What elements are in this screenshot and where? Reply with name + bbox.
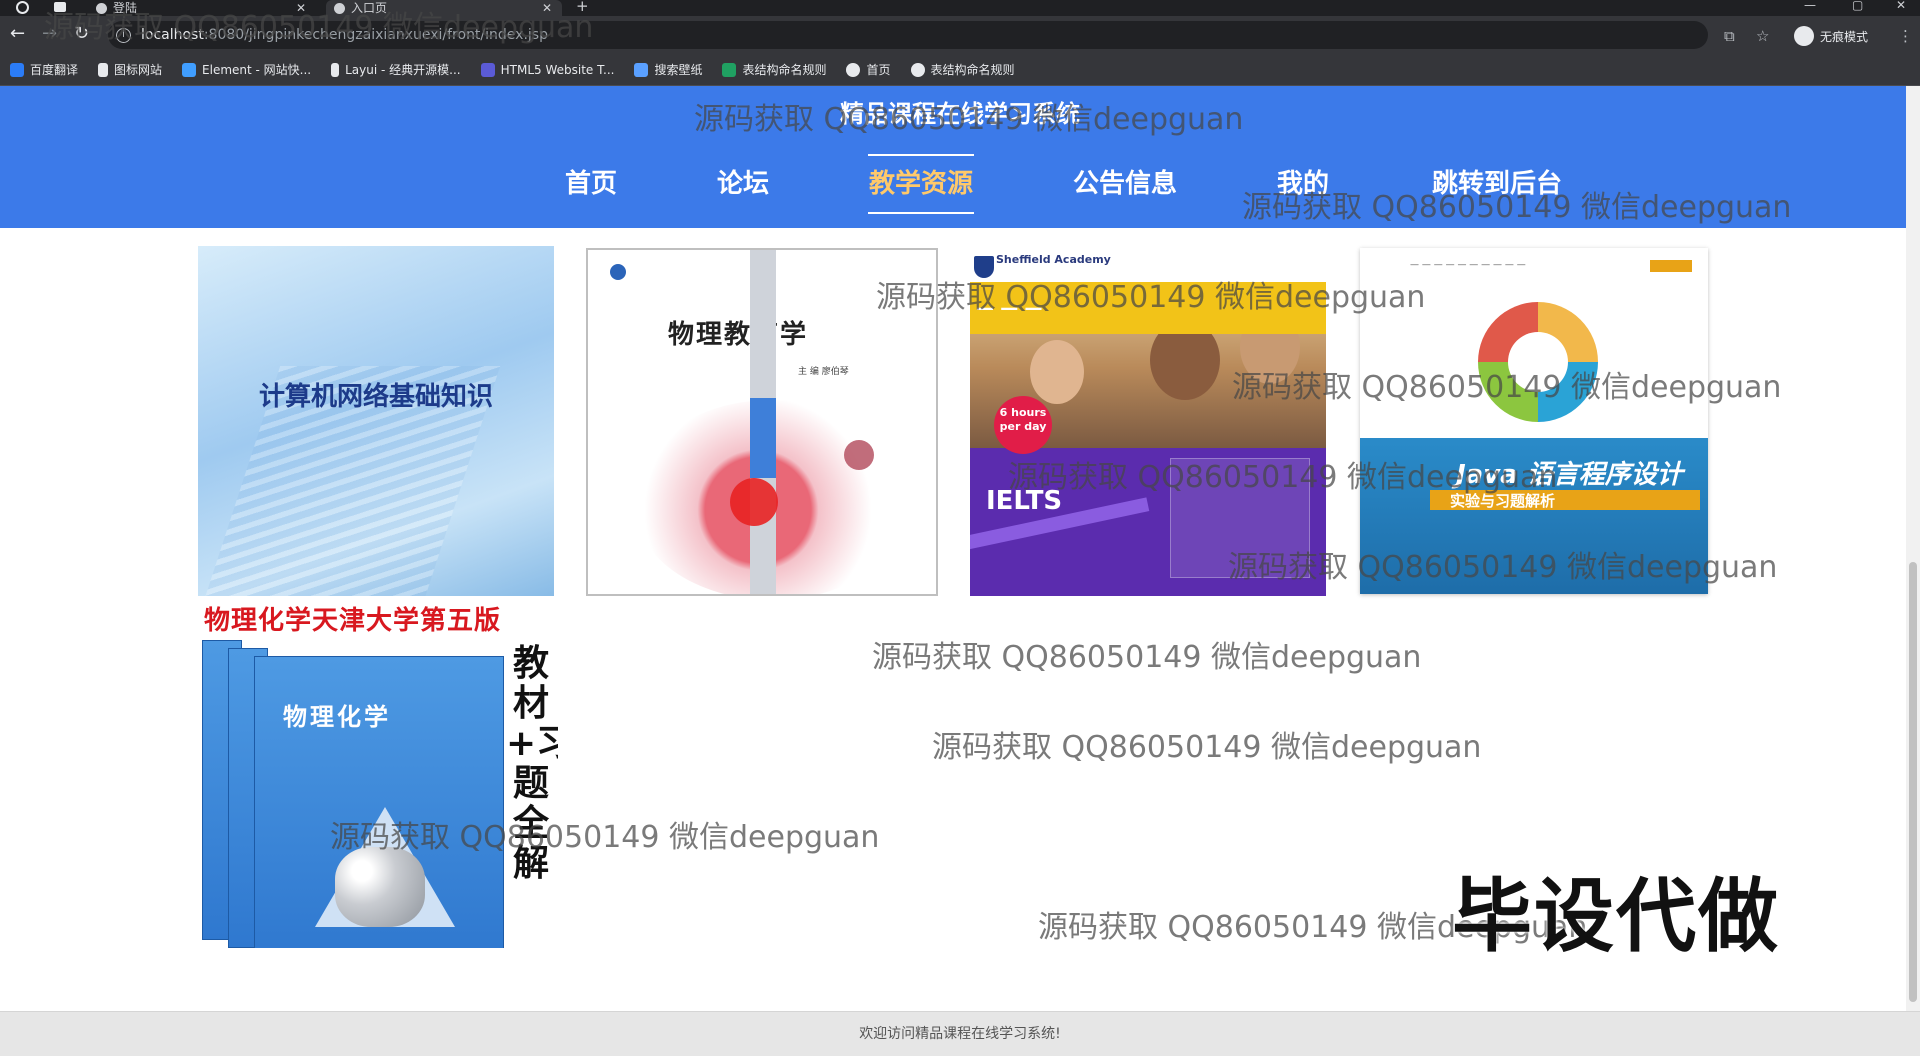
bookmark-star-icon[interactable]: ☆ <box>1756 27 1769 45</box>
tab-title: 登陆 <box>113 1 138 15</box>
bookmark-favicon-icon <box>722 62 737 77</box>
reload-icon[interactable]: ↻ <box>74 24 89 44</box>
bookmark-item[interactable]: Element - 网站快... <box>182 61 311 78</box>
publisher-logo-icon <box>610 264 626 280</box>
close-tab-icon[interactable]: ✕ <box>542 2 562 14</box>
academy-shield-icon <box>974 256 994 278</box>
cover-table <box>1170 458 1310 578</box>
cover-spine-tab <box>750 398 776 478</box>
browser-tab-entry[interactable]: 入口页 ✕ <box>326 0 562 16</box>
site-title: 精品课程在线学习系统 <box>840 100 1080 128</box>
maximize-icon[interactable]: ▢ <box>1852 0 1863 11</box>
translate-icon[interactable]: ⧉ <box>1724 27 1735 45</box>
forward-icon[interactable]: → <box>42 24 57 44</box>
bookmarks-bar: 百度翻译 图标网站 Element - 网站快... Layui - 经典开源模… <box>0 54 1920 86</box>
bookmark-item[interactable]: 百度翻译 <box>10 61 78 78</box>
new-tab-icon[interactable]: + <box>576 0 589 14</box>
bookmark-favicon-icon <box>910 62 925 77</box>
scrollbar-thumb[interactable] <box>1909 562 1917 1002</box>
nav-home[interactable]: 首页 <box>560 154 622 214</box>
bookmark-item[interactable]: Layui - 经典开源模... <box>331 61 461 78</box>
watermark: 源码获取 QQ86050149 微信deepguan <box>872 640 1422 675</box>
profile-button[interactable]: 无痕模式 <box>1794 26 1868 46</box>
tab-title: 入口页 <box>351 1 388 15</box>
cover-subtitle: Sheffield Academy <box>996 253 1111 266</box>
cover-series-text: — — — — — — — — — — <box>1410 260 1526 270</box>
browser-logo-icon <box>16 1 29 14</box>
cover-tag <box>1650 260 1692 272</box>
bookmark-favicon-icon <box>634 62 649 77</box>
cover-spine-bar <box>750 250 776 594</box>
address-bar[interactable]: i localhost:8080/jingpinkechengzaixianxu… <box>108 21 1708 49</box>
bookmark-item[interactable]: 首页 <box>846 61 891 78</box>
cover-illustration <box>844 440 874 470</box>
menu-kebab-icon[interactable]: ⋮ <box>1898 27 1913 45</box>
minimize-icon[interactable]: — <box>1804 0 1816 11</box>
bookmark-favicon-icon <box>98 62 109 77</box>
tab-favicon-icon <box>334 2 345 14</box>
cover-title: Java 语言程序设计 <box>1456 460 1683 490</box>
resource-card-ielts[interactable]: — — — Sheffield Academy IELTS 6 hours pe… <box>970 248 1326 596</box>
incognito-icon <box>1794 26 1814 46</box>
cover-title: 物理教育学 <box>668 320 809 350</box>
cover-illustration <box>335 847 425 927</box>
bookmark-item[interactable]: 表结构命名规则 <box>910 61 1015 78</box>
ad-text: 毕设代做 <box>1452 870 1780 963</box>
site-footer: 欢迎访问精品课程在线学习系统! <box>0 1011 1920 1056</box>
cover-subtitle: 实验与习题解析 <box>1450 492 1556 510</box>
nav-announcements[interactable]: 公告信息 <box>1072 154 1178 214</box>
bookmark-item[interactable]: 搜索壁纸 <box>634 61 702 78</box>
cover-subtitle: 主 编 廖伯琴 <box>798 367 849 377</box>
back-icon[interactable]: ← <box>10 24 25 44</box>
book-title: 物理化学 <box>283 702 391 731</box>
resource-card-java[interactable]: — — — — — — — — — — Java 语言程序设计 实验与习题解析 <box>1360 248 1708 594</box>
nav-teaching-resources[interactable]: 教学资源 <box>868 154 974 214</box>
window-close-icon[interactable]: ✕ <box>1896 0 1906 11</box>
bookmark-favicon-icon <box>331 62 340 77</box>
hours-badge: 6 hours per day <box>994 396 1052 454</box>
nav-admin[interactable]: 跳转到后台 <box>1430 154 1564 214</box>
bookmark-item[interactable]: HTML5 Website T... <box>480 62 614 77</box>
cover-title: 物理化学天津大学第五版 <box>204 606 502 636</box>
browser-tab-login[interactable]: 登陆 ✕ <box>88 0 316 16</box>
page-scrollbar[interactable] <box>1906 86 1920 1011</box>
nav-forum[interactable]: 论坛 <box>716 154 770 214</box>
site-info-icon[interactable]: i <box>116 27 131 43</box>
bookmark-favicon-icon <box>182 62 197 77</box>
tab-search-icon[interactable] <box>54 2 66 12</box>
bookmark-favicon-icon <box>846 62 861 77</box>
book-front: 物理化学 <box>254 656 504 948</box>
cursor-highlight <box>730 478 778 526</box>
url-text: localhost:8080/jingpinkechengzaixianxuex… <box>141 27 548 43</box>
browser-tab-bar: 登陆 ✕ 入口页 ✕ + — ▢ ✕ <box>0 0 1920 16</box>
profile-label: 无痕模式 <box>1820 29 1869 44</box>
bookmark-favicon-icon <box>480 62 495 77</box>
bookmark-favicon-icon <box>10 62 24 77</box>
bookmark-item[interactable]: 图标网站 <box>98 61 162 78</box>
nav-mine[interactable]: 我的 <box>1276 154 1330 214</box>
bookmark-item[interactable]: 表结构命名规则 <box>722 61 826 78</box>
cover-title: 计算机网络基础知识 <box>258 382 493 412</box>
cover-panel: IELTS <box>970 448 1326 596</box>
cover-band: — — — <box>970 282 1326 334</box>
browser-toolbar: ← → ↻ i localhost:8080/jingpinkechengzai… <box>0 16 1920 54</box>
main-nav: 首页 论坛 教学资源 公告信息 我的 跳转到后台 <box>0 154 1920 214</box>
cover-band-text: — — — <box>976 298 1043 319</box>
close-tab-icon[interactable]: ✕ <box>296 2 316 14</box>
cover-panel: Java 语言程序设计 实验与习题解析 <box>1360 438 1708 594</box>
cover-title: IELTS <box>986 486 1063 516</box>
watermark: 源码获取 QQ86050149 微信deepguan <box>932 730 1482 765</box>
cover-side-text: 教材+习题全解 <box>506 643 558 884</box>
java-ring-icon <box>1478 302 1598 422</box>
resource-card-physics-education[interactable]: 物理教育学 主 编 廖伯琴 <box>586 248 938 596</box>
tab-favicon-icon <box>96 2 107 14</box>
resource-card-physical-chemistry[interactable]: 物理化学天津大学第五版 物理化学 教材+习题全解 <box>198 596 558 948</box>
cover-illustration <box>1030 340 1084 404</box>
resource-card-network[interactable]: 计算机网络基础知识 <box>198 246 554 596</box>
